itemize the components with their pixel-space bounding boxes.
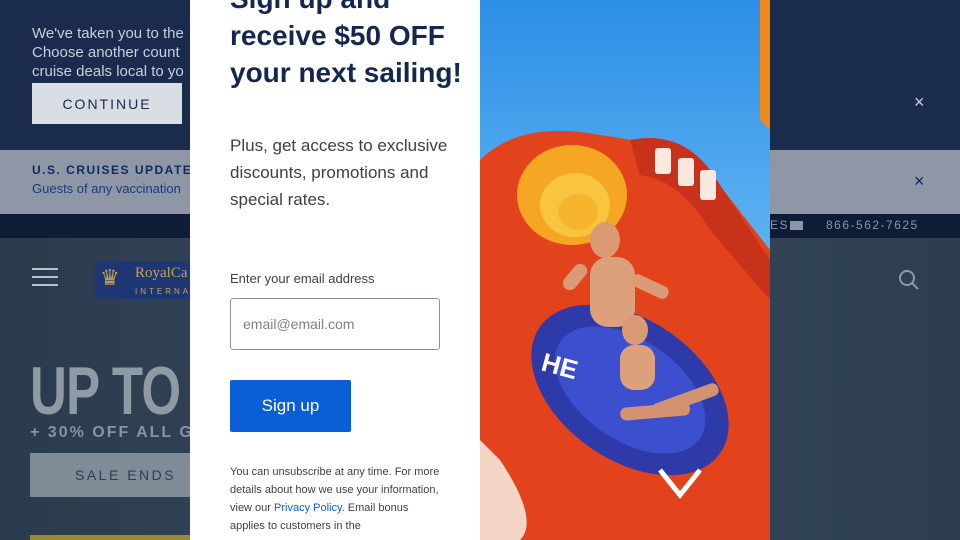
us-flag-icon	[790, 221, 803, 230]
geo-redirect-message: We've taken you to the Choose another co…	[32, 24, 184, 81]
alert-body: Guests of any vaccination	[32, 181, 181, 196]
logo-wordmark: RoyalCa	[135, 265, 188, 281]
modal-form-panel: Sign up and receive $50 OFF your next sa…	[190, 0, 480, 540]
legal-disclaimer: You can unsubscribe at any time. For mor…	[230, 463, 445, 535]
crown-icon: ♛	[100, 265, 120, 290]
accent-bar	[30, 535, 190, 540]
menu-icon[interactable]	[32, 268, 58, 286]
promo-photo: HE	[480, 0, 770, 540]
sign-up-button[interactable]: Sign up	[230, 380, 351, 432]
geo-line-3: cruise deals local to yo	[32, 63, 184, 80]
email-signup-modal: Sign up and receive $50 OFF your next sa…	[190, 0, 770, 540]
email-label: Enter your email address	[230, 271, 375, 286]
sale-countdown-button[interactable]: SALE ENDS IN	[30, 453, 200, 527]
modal-heading: Sign up and receive $50 OFF your next sa…	[230, 0, 462, 88]
alert-title[interactable]: U.S. CRUISES UPDATE	[32, 163, 192, 177]
modal-subtext: Plus, get access to exclusive discounts,…	[230, 136, 448, 209]
continue-button[interactable]: CONTINUE	[32, 83, 182, 124]
close-icon[interactable]: ×	[914, 93, 925, 111]
hero-subheadline: + 30% OFF ALL GU	[30, 424, 208, 441]
alert-close-icon[interactable]: ×	[914, 172, 925, 190]
water-slide-illustration: HE	[480, 0, 770, 540]
search-icon[interactable]	[898, 269, 920, 296]
geo-line-2: Choose another count	[32, 44, 180, 61]
email-field[interactable]	[230, 298, 440, 350]
logo-subtitle: INTERNA	[135, 287, 192, 296]
language-selector[interactable]: ES	[770, 218, 789, 232]
privacy-policy-link[interactable]: Privacy Policy	[274, 502, 342, 514]
geo-line-1: We've taken you to the	[32, 25, 184, 42]
phone-number[interactable]: 866-562-7625	[826, 218, 919, 232]
